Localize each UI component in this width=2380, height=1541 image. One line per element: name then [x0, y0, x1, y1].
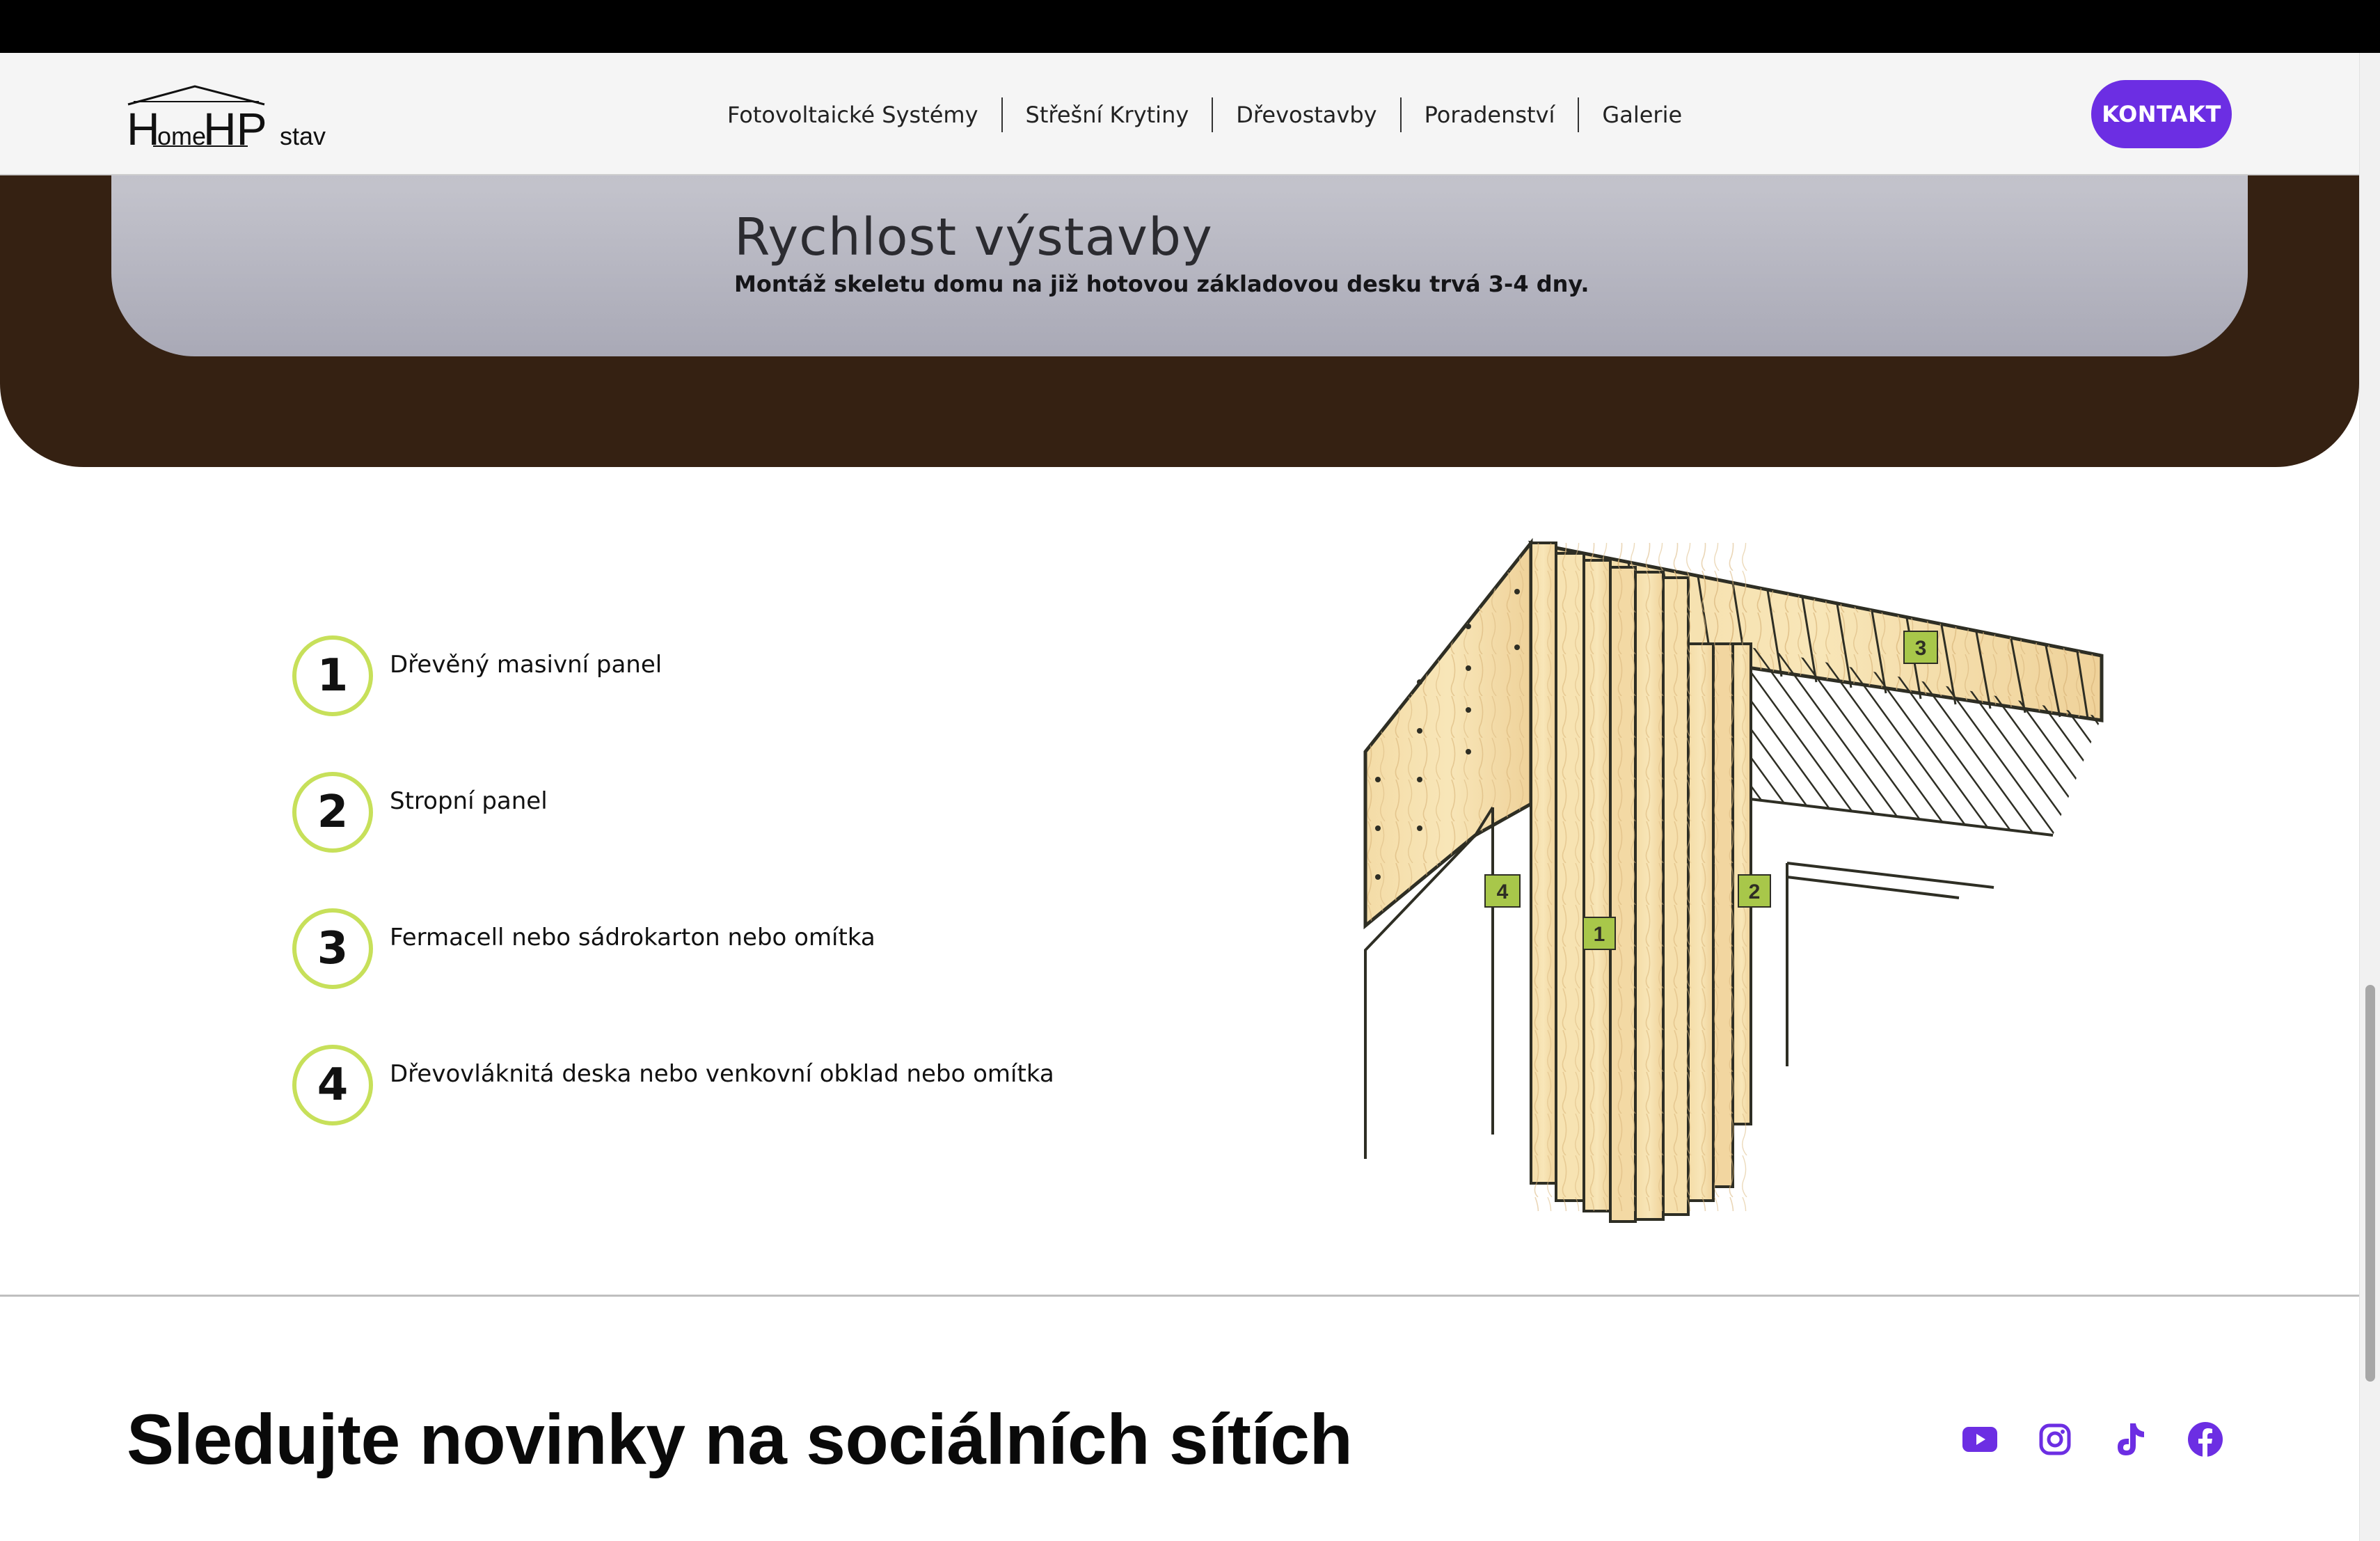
number-badge: 2 [292, 772, 373, 853]
nav-item-stresni-krytiny[interactable]: Střešní Krytiny [1001, 97, 1212, 132]
layer-label: Stropní panel [390, 787, 548, 815]
browser-top-bar [0, 0, 2380, 53]
svg-text:stav: stav [280, 122, 326, 150]
social-section-title: Sledujte novinky na sociálních sítích [127, 1400, 1353, 1479]
logo[interactable]: H ome HP stav [125, 84, 348, 155]
nav-item-poradenstvi[interactable]: Poradenství [1399, 97, 1578, 132]
section-divider [0, 1295, 2359, 1297]
nav-item-fotovoltaicke-systemy[interactable]: Fotovoltaické Systémy [717, 97, 1001, 132]
youtube-icon[interactable] [1960, 1420, 1999, 1459]
layer-label: Fermacell nebo sádrokarton nebo omítka [390, 924, 875, 951]
list-item-layer-3: 3 Fermacell nebo sádrokarton nebo omítka [292, 908, 875, 989]
diagram-tag-3: 3 [1915, 637, 1927, 660]
number-badge: 3 [292, 908, 373, 989]
main-nav: Fotovoltaické Systémy Střešní Krytiny Dř… [717, 97, 1705, 132]
instagram-icon[interactable] [2036, 1420, 2074, 1459]
scrollbar-thumb[interactable] [2365, 985, 2375, 1382]
list-item-layer-1: 1 Dřevěný masivní panel [292, 635, 662, 716]
kontakt-button[interactable]: KONTAKT [2091, 80, 2232, 148]
facebook-icon[interactable] [2186, 1420, 2225, 1459]
hero-title: Rychlost výstavby [734, 207, 1213, 267]
diagram-illustration: 4 1 2 3 [1363, 537, 2104, 1223]
list-item-layer-2: 2 Stropní panel [292, 772, 548, 853]
diagram-tag-1: 1 [1594, 923, 1605, 946]
logo-graphic: H ome HP stav [127, 85, 326, 155]
list-item-layer-4: 4 Dřevovláknitá deska nebo venkovní obkl… [292, 1045, 1054, 1125]
diagram-tag-4: 4 [1497, 880, 1509, 903]
layer-label: Dřevovláknitá deska nebo venkovní obklad… [390, 1060, 1054, 1088]
nav-item-galerie[interactable]: Galerie [1578, 97, 1705, 132]
number-badge: 4 [292, 1045, 373, 1125]
hero-subtitle: Montáž skeletu domu na již hotovou zákla… [734, 271, 1589, 297]
nav-item-drevostavby[interactable]: Dřevostavby [1212, 97, 1399, 132]
diagram-tag-2: 2 [1749, 880, 1761, 903]
layer-label: Dřevěný masivní panel [390, 651, 663, 679]
tiktok-icon[interactable] [2111, 1420, 2150, 1459]
wall-construction-diagram: 4 1 2 3 [1336, 529, 2109, 1232]
number-badge: 1 [292, 635, 373, 716]
